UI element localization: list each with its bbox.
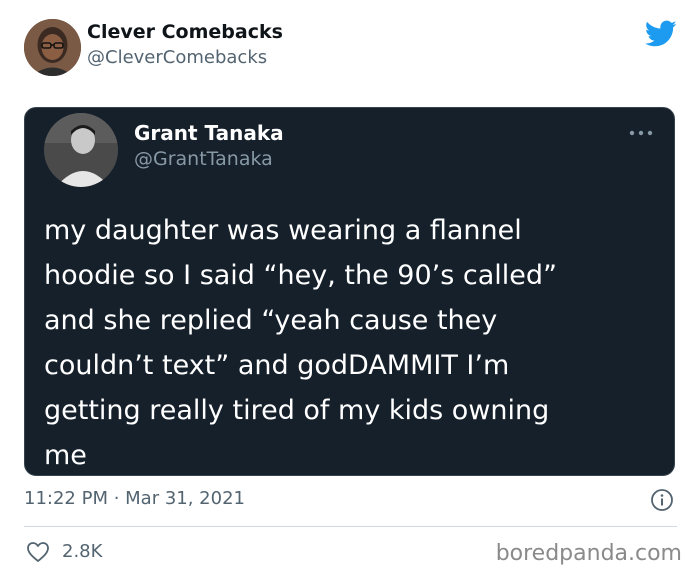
- more-dots-icon[interactable]: [628, 127, 654, 139]
- tweet-text-line: couldn’t text” and godDAMMIT I’m: [44, 350, 510, 381]
- outer-handle[interactable]: @CleverComebacks: [87, 47, 267, 68]
- tweet-text-line: hoodie so I said “hey, the 90’s called”: [44, 260, 557, 291]
- tweet-text-line: and she replied “yeah cause they: [44, 305, 498, 336]
- twitter-bird-icon[interactable]: [645, 20, 677, 48]
- outer-avatar[interactable]: [24, 19, 81, 76]
- watermark: boredpanda.com: [495, 541, 682, 566]
- inner-handle[interactable]: @GrantTanaka: [134, 148, 273, 170]
- outer-display-name[interactable]: Clever Comebacks: [87, 21, 283, 43]
- tweet-timestamp[interactable]: 11:22 PM · Mar 31, 2021: [24, 488, 245, 509]
- tweet-text-line: getting really tired of my kids owning: [44, 395, 550, 426]
- tweet-text-line: me: [44, 440, 87, 471]
- like-count[interactable]: 2.8K: [62, 541, 102, 562]
- info-icon[interactable]: [650, 488, 674, 512]
- tweet-screenshot: Clever Comebacks @CleverComebacks Grant …: [0, 0, 700, 580]
- inner-avatar[interactable]: [44, 113, 118, 187]
- person-avatar-icon: [44, 113, 118, 187]
- tweet-text-line: my daughter was wearing a flannel: [44, 215, 522, 246]
- tweet-text: my daughter was wearing a flannel hoodie…: [44, 208, 654, 478]
- footer-divider: [24, 526, 677, 527]
- quoted-tweet-card[interactable]: Grant Tanaka @GrantTanaka my daughter wa…: [24, 107, 675, 476]
- heart-icon[interactable]: [26, 541, 50, 563]
- inner-display-name[interactable]: Grant Tanaka: [134, 121, 284, 145]
- person-avatar-icon: [24, 19, 81, 76]
